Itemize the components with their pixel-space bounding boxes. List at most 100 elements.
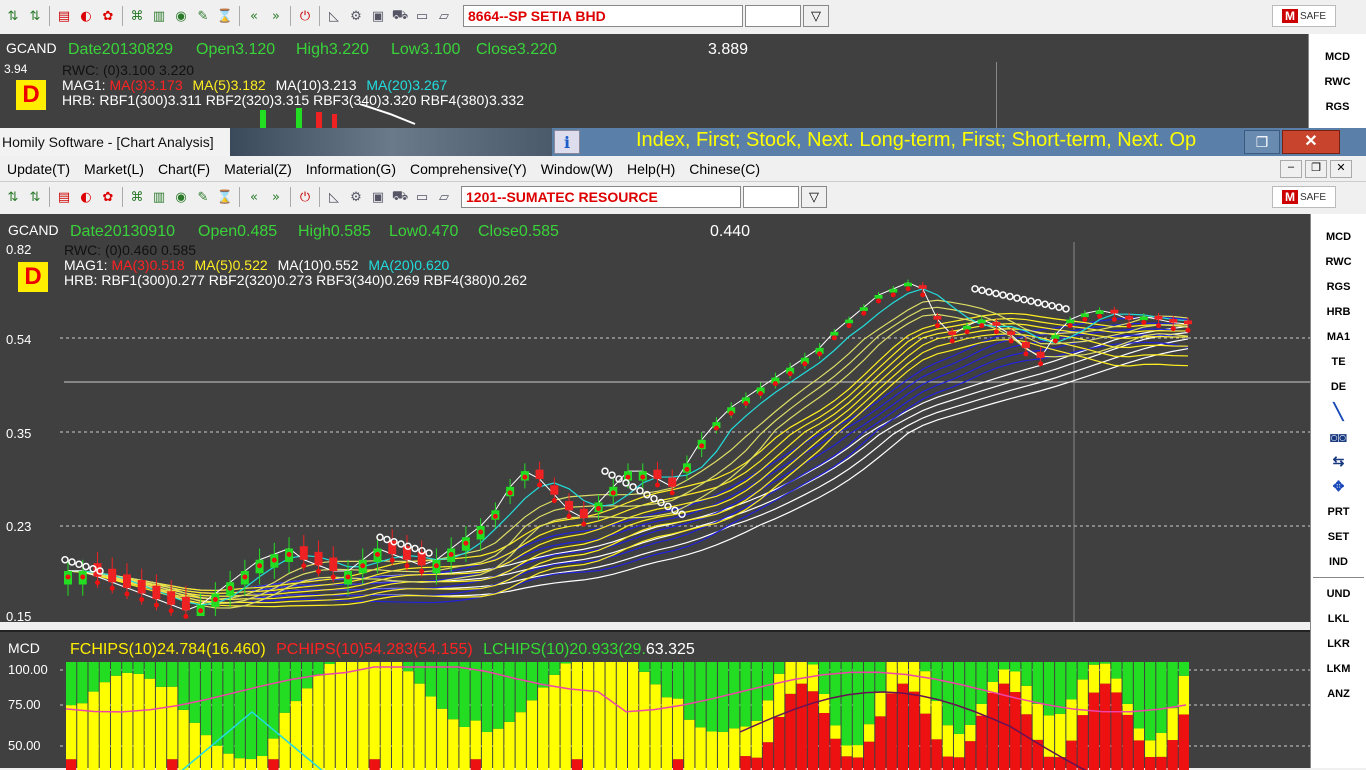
ma3-dot [625, 474, 631, 480]
draw-line-icon[interactable]: ╲ [1311, 399, 1366, 424]
top-combo-arrow-icon[interactable]: ▽ [803, 5, 829, 27]
rewind-icon[interactable]: « [243, 186, 265, 208]
pan-icon[interactable]: ✥ [1311, 474, 1366, 499]
side-ma1[interactable]: MA1 [1311, 324, 1366, 349]
cart-icon[interactable]: ⛟ [389, 5, 411, 27]
side-lkl[interactable]: LKL [1311, 606, 1366, 631]
gear-icon[interactable]: ⚙ [345, 186, 367, 208]
info-icon[interactable]: i [554, 130, 580, 154]
menu-item-update[interactable]: Update(T) [0, 157, 77, 181]
swap-arrows-icon[interactable]: ⇆ [1311, 449, 1366, 474]
forward-icon[interactable]: » [265, 186, 287, 208]
mcd-bar-pchips [1100, 683, 1111, 770]
side-lkm[interactable]: LKM [1311, 656, 1366, 681]
edit-icon[interactable]: ✎ [192, 5, 214, 27]
folder-open-icon[interactable]: ▱ [433, 186, 455, 208]
arrow-icon[interactable]: ⇅ [2, 5, 24, 27]
main-stock-selector[interactable]: 1201--SUMATEC RESOURCE [461, 186, 741, 208]
menu-item-chart[interactable]: Chart(F) [151, 157, 217, 181]
mcd-bar-fchips [1088, 662, 1100, 665]
frame-icon[interactable]: ▣ [367, 186, 389, 208]
top-stock-selector[interactable]: 8664--SP SETIA BHD [463, 5, 743, 27]
menu-item-information[interactable]: Information(G) [299, 157, 403, 181]
hourglass-icon[interactable]: ⌛ [214, 186, 236, 208]
flag-sg-icon[interactable]: ◐ [75, 5, 97, 27]
menu-item-window[interactable]: Window(W) [534, 157, 620, 181]
main-period-combo[interactable] [743, 186, 799, 208]
drive-icon[interactable]: ◉ [170, 186, 192, 208]
tree-icon[interactable]: ⌘ [126, 5, 148, 27]
arrow-icon[interactable]: ⇅ [24, 186, 46, 208]
restore-window-button[interactable]: ❐ [1244, 130, 1280, 154]
side-mcd[interactable]: MCD [1311, 224, 1366, 249]
top-side-panel: MCD RWC RGS [1308, 34, 1366, 128]
ma3-dot [1097, 313, 1103, 319]
hourglass-icon[interactable]: ⌛ [214, 5, 236, 27]
top-d-badge[interactable]: D [16, 80, 46, 110]
top-period-combo[interactable] [745, 5, 801, 27]
side-ind[interactable]: IND [1311, 549, 1366, 574]
rewind-icon[interactable]: « [243, 5, 265, 27]
edit-icon[interactable]: ✎ [192, 186, 214, 208]
side-lkr[interactable]: LKR [1311, 631, 1366, 656]
child-minimize-button[interactable]: – [1280, 159, 1302, 178]
side-rgs[interactable]: RGS [1311, 274, 1366, 299]
side-set[interactable]: SET [1311, 524, 1366, 549]
flag-hk-icon[interactable]: ✿ [97, 5, 119, 27]
side-prt[interactable]: PRT [1311, 499, 1366, 524]
child-restore-button[interactable]: ❐ [1305, 159, 1327, 178]
close-window-button[interactable]: ✕ [1282, 130, 1340, 154]
side-de[interactable]: DE [1311, 374, 1366, 399]
side-und[interactable]: UND [1311, 581, 1366, 606]
child-close-button[interactable]: ✕ [1330, 159, 1352, 178]
cart-icon[interactable]: ⛟ [389, 186, 411, 208]
top-side-mcd[interactable]: MCD [1309, 44, 1366, 69]
bars-icon[interactable]: ▥ [148, 186, 170, 208]
side-te[interactable]: TE [1311, 349, 1366, 374]
main-combo-arrow-icon[interactable]: ▽ [801, 186, 827, 208]
side-anz[interactable]: ANZ [1311, 681, 1366, 706]
folder-open-icon[interactable]: ▱ [433, 5, 455, 27]
side-hrb[interactable]: HRB [1311, 299, 1366, 324]
flag-sg-icon[interactable]: ◐ [75, 186, 97, 208]
gear-icon[interactable]: ⚙ [345, 5, 367, 27]
power-icon[interactable]: ⏻ [294, 5, 316, 27]
arrow-icon[interactable]: ⇅ [24, 5, 46, 27]
flag-my-icon[interactable]: ▤ [53, 186, 75, 208]
flag-hk-icon[interactable]: ✿ [97, 186, 119, 208]
top-side-rgs[interactable]: RGS [1309, 94, 1366, 119]
drive-icon[interactable]: ◉ [170, 5, 192, 27]
candle [1139, 316, 1148, 321]
menu-item-chinese[interactable]: Chinese(C) [682, 157, 767, 181]
folder-icon[interactable]: ▭ [411, 186, 433, 208]
mcd-bar-lchips [560, 663, 571, 770]
ma3-dot [1170, 326, 1176, 332]
menu-item-market[interactable]: Market(L) [77, 157, 151, 181]
mcd-bar-lchips [717, 731, 729, 770]
mcd-bar-lchips [998, 669, 1010, 684]
chart-icon[interactable]: ◺ [323, 5, 345, 27]
main-d-badge[interactable]: D [18, 262, 48, 292]
power-icon[interactable]: ⏻ [294, 186, 316, 208]
mcd-bar-fchips [504, 662, 515, 722]
frame-icon[interactable]: ▣ [367, 5, 389, 27]
mcd-bar-lchips [549, 674, 560, 770]
ma3-dot [610, 490, 616, 496]
chart-icon[interactable]: ◺ [323, 186, 345, 208]
forward-icon[interactable]: » [265, 5, 287, 27]
mcd-bar-fchips [1021, 662, 1032, 686]
top-side-rwc[interactable]: RWC [1309, 69, 1366, 94]
bars-icon[interactable]: ▥ [148, 5, 170, 27]
toolbar-separator [239, 187, 240, 207]
menu-item-help[interactable]: Help(H) [620, 157, 682, 181]
menu-item-comprehensive[interactable]: Comprehensive(Y) [403, 157, 534, 181]
side-rwc[interactable]: RWC [1311, 249, 1366, 274]
tree-icon[interactable]: ⌘ [126, 186, 148, 208]
folder-icon[interactable]: ▭ [411, 5, 433, 27]
arrow-icon[interactable]: ⇅ [2, 186, 24, 208]
menu-item-material[interactable]: Material(Z) [217, 157, 299, 181]
y-tick-1: 0.54 [6, 332, 32, 347]
binoculars-icon[interactable]: ◙◙ [1311, 424, 1366, 449]
mcd-bar-pchips [1145, 756, 1156, 770]
flag-my-icon[interactable]: ▤ [53, 5, 75, 27]
